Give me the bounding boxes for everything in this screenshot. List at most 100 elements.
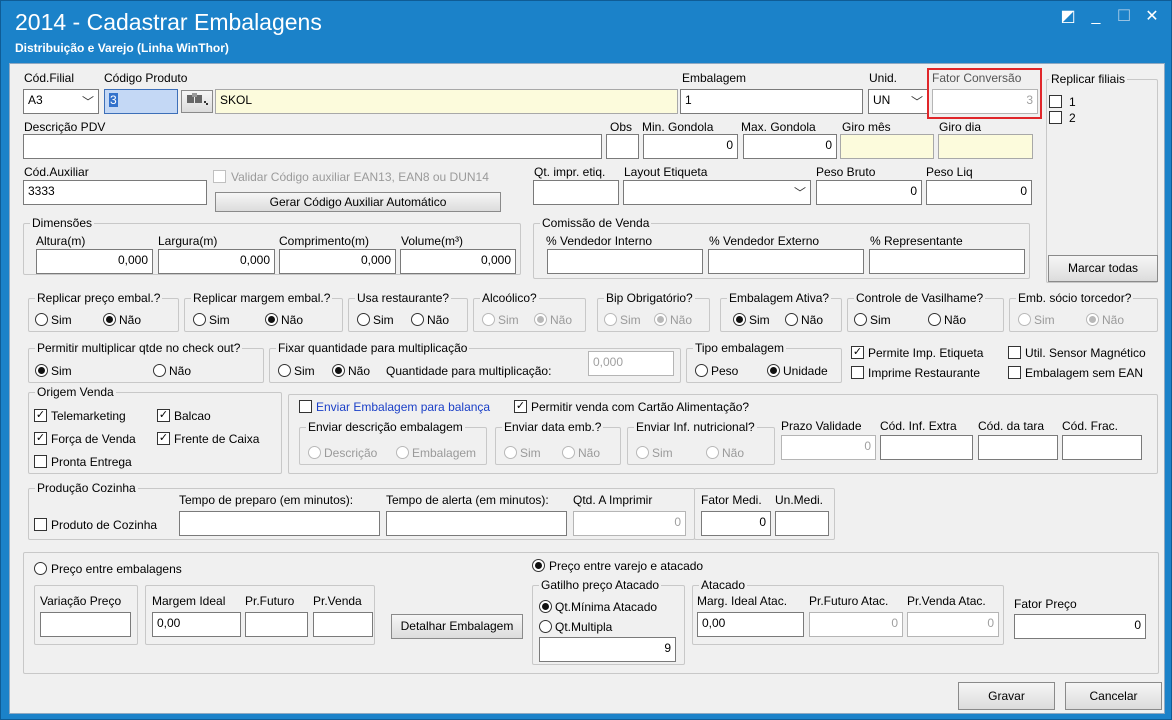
close-button[interactable]: ✕ xyxy=(1140,7,1164,27)
enviar-balanca-checkbox[interactable] xyxy=(299,400,312,413)
filial-2-checkbox[interactable] xyxy=(1049,111,1062,124)
permite-imp-etiqueta-checkbox[interactable]: ✓ xyxy=(851,346,864,359)
gatilho-input[interactable]: 9 xyxy=(539,637,676,662)
representante-input[interactable] xyxy=(869,249,1025,274)
marg-ideal-atac-input[interactable]: 0,00 xyxy=(697,612,804,637)
imprime-restaurante-checkbox[interactable] xyxy=(851,366,864,379)
multiplicar-nao-radio[interactable] xyxy=(153,364,166,377)
fator-preco-input[interactable]: 0 xyxy=(1014,614,1146,639)
unid-select[interactable]: UN ﹀ xyxy=(868,89,928,114)
balcao-checkbox[interactable]: ✓ xyxy=(157,409,170,422)
usa-restaurante-sim-radio[interactable] xyxy=(357,313,370,326)
qt-minima-radio[interactable] xyxy=(539,600,552,613)
data-sim-radio[interactable] xyxy=(504,446,517,459)
qt-multipla-radio[interactable] xyxy=(539,620,552,633)
cod-tara-input[interactable] xyxy=(978,435,1058,460)
minimize-button[interactable]: _ xyxy=(1084,7,1108,27)
peso-bruto-input[interactable]: 0 xyxy=(816,180,922,205)
alcoolico-sim-radio[interactable] xyxy=(482,313,495,326)
embalagem-input[interactable]: 1 xyxy=(680,89,863,114)
socio-nao-radio[interactable] xyxy=(1086,313,1099,326)
vendedor-interno-input[interactable] xyxy=(547,249,703,274)
codigo-produto-input[interactable]: 3 xyxy=(104,89,178,114)
pr-futuro-input[interactable] xyxy=(245,612,308,637)
embalagem-sem-ean-checkbox[interactable] xyxy=(1008,366,1021,379)
cod-inf-extra-input[interactable] xyxy=(880,435,973,460)
margem-ideal-input[interactable]: 0,00 xyxy=(152,612,241,637)
vendedor-externo-input[interactable] xyxy=(708,249,864,274)
nutricional-sim-radio[interactable] xyxy=(636,446,649,459)
bip-sim-radio[interactable] xyxy=(604,313,617,326)
maximize-button[interactable]: ☐ xyxy=(1112,7,1136,27)
enviar-balanca-label[interactable]: Enviar Embalagem para balança xyxy=(316,400,490,414)
altura-input[interactable]: 0,000 xyxy=(36,249,153,274)
comprimento-input[interactable]: 0,000 xyxy=(279,249,396,274)
produto-cozinha-checkbox[interactable] xyxy=(34,518,47,531)
descricao-pdv-input[interactable] xyxy=(23,134,602,159)
gravar-button[interactable]: Gravar xyxy=(958,682,1055,710)
peso-liq-input[interactable]: 0 xyxy=(926,180,1032,205)
gerar-codigo-button[interactable]: Gerar Código Auxiliar Automático xyxy=(215,192,501,212)
comissao-title: Comissão de Venda xyxy=(540,216,652,230)
validar-ean-checkbox[interactable] xyxy=(213,170,226,183)
restore-icon[interactable]: ◩ xyxy=(1056,7,1080,27)
replicar-margem-nao-radio[interactable] xyxy=(265,313,278,326)
telemarketing-label: Telemarketing xyxy=(51,409,126,423)
layout-etiqueta-select[interactable]: ﹀ xyxy=(623,180,811,205)
replicar-preco-sim-radio[interactable] xyxy=(35,313,48,326)
preco-varejo-atacado-radio[interactable] xyxy=(532,559,545,572)
embalagem-radio[interactable] xyxy=(396,446,409,459)
fixar-nao-radio[interactable] xyxy=(332,364,345,377)
tipo-peso-radio[interactable] xyxy=(695,364,708,377)
util-sensor-checkbox[interactable] xyxy=(1008,346,1021,359)
permitir-multiplicar-title: Permitir multiplicar qtde no check out? xyxy=(35,341,243,355)
filial-1-checkbox[interactable] xyxy=(1049,95,1062,108)
embalagem-ativa-sim-radio[interactable] xyxy=(733,313,746,326)
tipo-unidade-label: Unidade xyxy=(783,364,828,378)
variacao-preco-input[interactable] xyxy=(40,612,131,637)
detalhar-embalagem-button[interactable]: Detalhar Embalagem xyxy=(391,614,523,639)
tempo-alerta-input[interactable] xyxy=(386,511,567,536)
producao-cozinha-title: Produção Cozinha xyxy=(35,481,138,495)
qt-impr-etiq-input[interactable] xyxy=(533,180,619,205)
replicar-preco-nao-radio[interactable] xyxy=(103,313,116,326)
alcoolico-nao-radio[interactable] xyxy=(534,313,547,326)
vasilhame-sim-radio[interactable] xyxy=(854,313,867,326)
cancelar-button[interactable]: Cancelar xyxy=(1065,682,1162,710)
telemarketing-checkbox[interactable]: ✓ xyxy=(34,409,47,422)
socio-torcedor-title: Emb. sócio torcedor? xyxy=(1016,291,1134,305)
descricao-radio[interactable] xyxy=(308,446,321,459)
fator-medi-input[interactable]: 0 xyxy=(701,511,771,536)
preco-entre-embalagens-radio[interactable] xyxy=(34,562,47,575)
marcar-todas-button[interactable]: Marcar todas xyxy=(1048,255,1158,282)
max-gondola-input[interactable]: 0 xyxy=(743,134,837,159)
search-product-button[interactable] xyxy=(181,90,213,113)
cod-filial-select[interactable]: A3 ﹀ xyxy=(23,89,99,114)
frente-caixa-checkbox[interactable]: ✓ xyxy=(157,432,170,445)
embalagem-ativa-nao-radio[interactable] xyxy=(785,313,798,326)
bip-nao-radio[interactable] xyxy=(654,313,667,326)
pr-venda-input[interactable] xyxy=(313,612,373,637)
embalagem-ativa-group: Embalagem Ativa? Sim Não xyxy=(720,291,842,332)
data-nao-radio[interactable] xyxy=(562,446,575,459)
vasilhame-nao-radio[interactable] xyxy=(928,313,941,326)
nutricional-nao-radio[interactable] xyxy=(706,446,719,459)
obs-input[interactable] xyxy=(606,134,639,159)
multiplicar-sim-radio[interactable] xyxy=(35,364,48,377)
cod-frac-input[interactable] xyxy=(1062,435,1142,460)
forca-venda-checkbox[interactable]: ✓ xyxy=(34,432,47,445)
permitir-cartao-checkbox[interactable]: ✓ xyxy=(514,400,527,413)
fixar-sim-radio[interactable] xyxy=(278,364,291,377)
socio-sim-radio[interactable] xyxy=(1018,313,1031,326)
tempo-preparo-input[interactable] xyxy=(179,511,380,536)
replicar-margem-sim-radio[interactable] xyxy=(193,313,206,326)
min-gondola-input[interactable]: 0 xyxy=(643,134,738,159)
tipo-unidade-radio[interactable] xyxy=(767,364,780,377)
cod-auxiliar-input[interactable]: 3333 xyxy=(23,180,207,205)
volume-input[interactable]: 0,000 xyxy=(400,249,516,274)
largura-input[interactable]: 0,000 xyxy=(158,249,275,274)
pronta-entrega-checkbox[interactable] xyxy=(34,455,47,468)
usa-restaurante-nao-radio[interactable] xyxy=(411,313,424,326)
un-medi-input[interactable] xyxy=(775,511,829,536)
vendedor-interno-label: % Vendedor Interno xyxy=(546,234,653,248)
